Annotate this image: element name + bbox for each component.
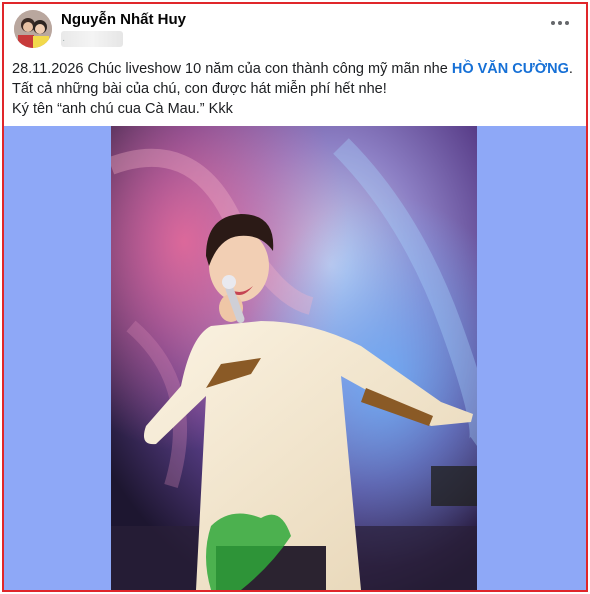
post-text-line2: Ký tên “anh chú cua Cà Mau.” Kkk bbox=[12, 101, 233, 117]
post-meta-separator: · bbox=[62, 35, 66, 46]
post-timestamp-blurred[interactable] bbox=[61, 31, 123, 47]
post-card: Nguyễn Nhất Huy · 28.11.2026 Chúc livesh… bbox=[2, 2, 588, 592]
post-header: Nguyễn Nhất Huy · bbox=[4, 4, 586, 54]
post-text-part1: 28.11.2026 Chúc liveshow 10 năm của con … bbox=[12, 61, 452, 77]
more-options-icon[interactable] bbox=[546, 13, 574, 33]
post-message: 28.11.2026 Chúc liveshow 10 năm của con … bbox=[12, 59, 577, 119]
post-photo[interactable] bbox=[111, 126, 477, 590]
avatar[interactable] bbox=[14, 10, 52, 48]
author-name[interactable]: Nguyễn Nhất Huy bbox=[61, 11, 186, 28]
post-media[interactable] bbox=[4, 126, 586, 590]
mention-link[interactable]: HỒ VĂN CƯỜNG bbox=[452, 61, 569, 77]
